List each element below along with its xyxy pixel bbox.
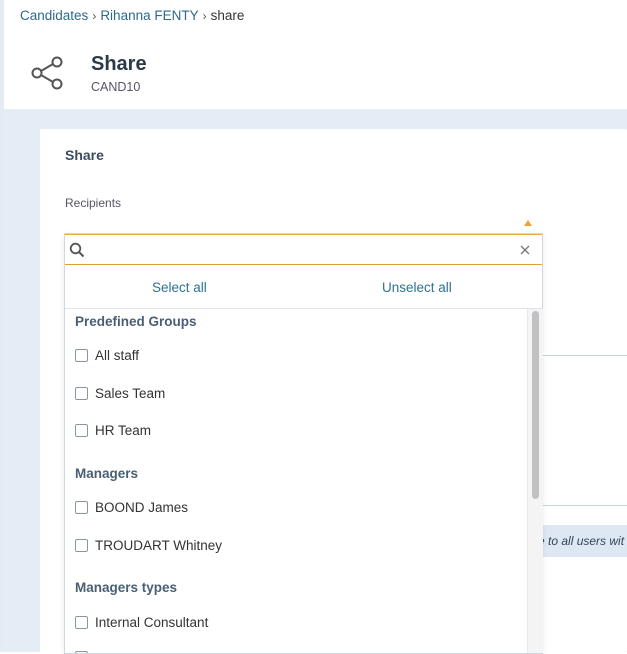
breadcrumb-current: share: [210, 8, 245, 23]
options-list: Predefined Groups All staff Sales Team H…: [65, 309, 527, 653]
checkbox[interactable]: [75, 615, 88, 629]
card-title: Share: [65, 147, 104, 163]
group-title-managers-types: Managers types: [75, 580, 178, 595]
option-label: Internal Consultant: [95, 614, 209, 630]
search-box: [65, 234, 542, 265]
option-boond-james[interactable]: BOOND James: [75, 497, 188, 517]
caret-up-icon[interactable]: [524, 220, 532, 226]
option-sales-team[interactable]: Sales Team: [75, 383, 165, 403]
close-icon[interactable]: [518, 243, 532, 257]
group-title-predefined-groups: Predefined Groups: [75, 314, 197, 329]
breadcrumb-candidate[interactable]: Rihanna FENTY: [100, 8, 198, 23]
checkbox[interactable]: [75, 423, 88, 437]
option-hr-team[interactable]: HR Team: [75, 420, 151, 440]
recipients-dropdown: Select all Unselect all Predefined Group…: [64, 233, 543, 654]
checkbox[interactable]: [75, 348, 88, 362]
option-label: TROUDART Whitney: [95, 537, 223, 553]
page-subtitle: CAND10: [91, 80, 141, 94]
checkbox[interactable]: [75, 538, 88, 552]
divider: [540, 505, 627, 506]
recipients-label: Recipients: [65, 196, 122, 210]
option-label: HR Team: [95, 422, 152, 438]
option-all-staff[interactable]: All staff: [75, 345, 139, 365]
search-input[interactable]: [89, 239, 513, 263]
group-title-managers: Managers: [75, 466, 139, 481]
unselect-all-button[interactable]: Unselect all: [382, 280, 452, 295]
divider: [540, 355, 627, 356]
info-text: e to all users wit: [540, 534, 625, 548]
option-label: BOOND James: [95, 499, 189, 515]
option-partial[interactable]: [75, 647, 88, 653]
breadcrumb: Candidates › Rihanna FENTY › share: [20, 8, 244, 23]
breadcrumb-candidates[interactable]: Candidates: [20, 8, 88, 23]
share-icon: [31, 56, 63, 90]
scrollbar-thumb[interactable]: [532, 311, 539, 499]
scrollbar[interactable]: [527, 309, 543, 653]
option-label: Sales Team: [95, 385, 166, 401]
checkbox[interactable]: [75, 386, 88, 400]
info-banner: e to all users wit: [540, 525, 627, 557]
option-troudart-whitney[interactable]: TROUDART Whitney: [75, 535, 222, 555]
page-title: Share: [91, 53, 147, 75]
search-icon: [69, 242, 85, 258]
option-label: All staff: [95, 347, 140, 363]
chevron-right-icon: ›: [92, 8, 97, 23]
select-actions: Select all Unselect all: [65, 266, 542, 309]
chevron-right-icon: ›: [202, 8, 207, 23]
option-internal-consultant[interactable]: Internal Consultant: [75, 612, 208, 632]
select-all-button[interactable]: Select all: [152, 280, 207, 295]
checkbox[interactable]: [75, 500, 88, 514]
